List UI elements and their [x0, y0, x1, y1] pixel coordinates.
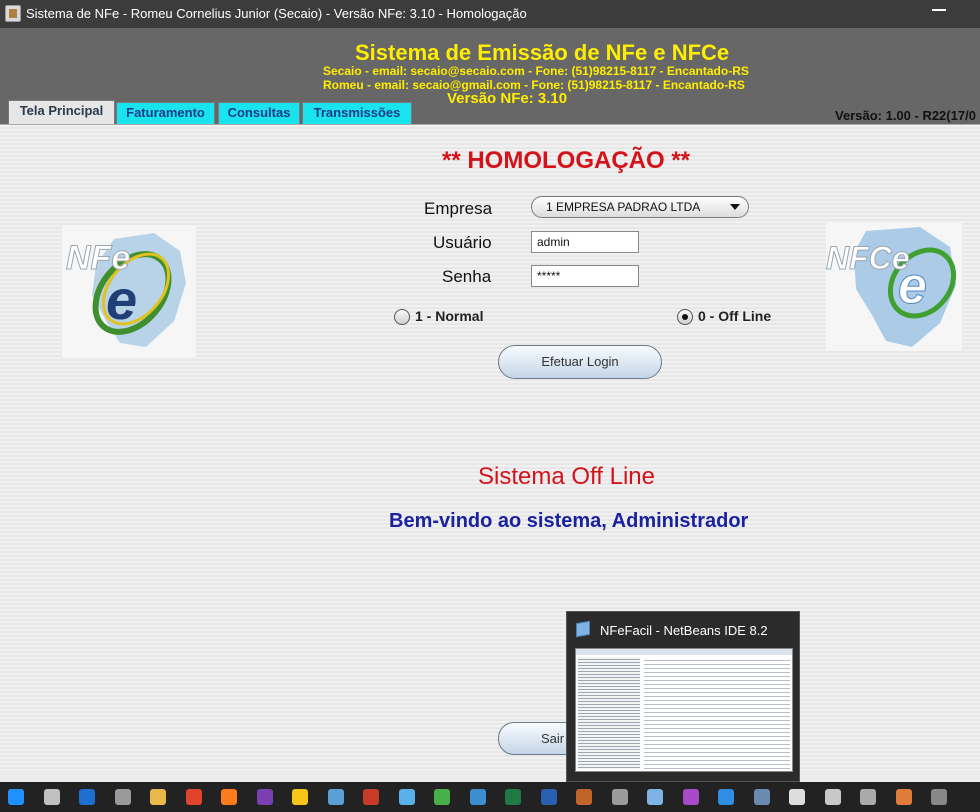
radio-normal[interactable]: 1 - Normal — [394, 307, 504, 327]
tab-faturamento[interactable]: Faturamento — [116, 102, 215, 124]
main-panel: NFe e NFCe e ** HOMOLOGAÇÃO ** Empresa 1… — [0, 124, 980, 770]
taskbar-preview[interactable]: NFeFacil - NetBeans IDE 8.2 — [566, 611, 800, 782]
tab-consultas[interactable]: Consultas — [218, 102, 300, 124]
taskbar-weather-icon[interactable] — [292, 789, 308, 805]
empresa-select[interactable]: 1 EMPRESA PADRAO LTDA — [531, 196, 749, 218]
header-nfe-version: Versão NFe: 3.10 — [447, 90, 568, 107]
svg-text:e: e — [898, 257, 927, 315]
empresa-select-value: 1 EMPRESA PADRAO LTDA — [546, 200, 701, 214]
taskbar-chrome-icon[interactable] — [185, 789, 202, 805]
offline-status: Sistema Off Line — [478, 463, 655, 490]
taskbar-excel-icon[interactable] — [505, 789, 521, 805]
netbeans-icon — [576, 620, 590, 638]
taskbar-postgres-icon[interactable] — [682, 789, 699, 805]
taskbar-sign-icon[interactable] — [611, 789, 628, 805]
radio-offline-label: 0 - Off Line — [698, 308, 772, 324]
nfe-logo-icon: NFe e — [62, 225, 196, 357]
java-app-icon — [5, 5, 21, 22]
taskbar-slack-icon[interactable] — [256, 789, 273, 805]
tab-tela-principal[interactable]: Tela Principal — [8, 100, 115, 125]
taskbar-vscode-icon[interactable] — [718, 789, 734, 805]
taskbar-java-icon[interactable] — [895, 789, 912, 805]
radio-offline[interactable]: 0 - Off Line — [677, 307, 787, 327]
preview-code-editor — [644, 657, 790, 769]
preview-title: NFeFacil - NetBeans IDE 8.2 — [600, 623, 768, 638]
preview-project-tree — [578, 657, 640, 769]
login-button[interactable]: Efetuar Login — [498, 345, 662, 379]
taskbar-firefox-icon[interactable] — [221, 789, 237, 805]
nfce-logo-icon: NFCe e — [826, 223, 962, 351]
taskbar-app-icon[interactable] — [327, 789, 344, 805]
windows-taskbar — [0, 782, 980, 812]
svg-text:e: e — [106, 268, 137, 331]
radio-normal-indicator[interactable] — [394, 309, 410, 325]
window-title: Sistema de NFe - Romeu Cornelius Junior … — [26, 6, 527, 21]
chevron-down-icon[interactable] — [730, 204, 740, 210]
taskbar-spartan-icon[interactable] — [576, 789, 592, 805]
usuario-input[interactable]: admin — [531, 231, 639, 253]
taskbar-project-icon[interactable] — [434, 789, 450, 805]
taskbar-task-view-icon[interactable] — [43, 789, 60, 805]
taskbar-netbeans-icon[interactable] — [647, 789, 663, 805]
header-contact-secaio: Secaio - email: secaio@secaio.com - Fone… — [323, 64, 749, 78]
tab-transmissoes[interactable]: Transmissões — [302, 102, 412, 124]
taskbar-calculator-icon[interactable] — [114, 789, 131, 805]
taskbar-notepad-icon[interactable] — [398, 789, 415, 805]
taskbar-word-icon[interactable] — [540, 789, 557, 805]
radio-normal-label: 1 - Normal — [415, 308, 484, 324]
taskbar-launcher-icon[interactable] — [469, 789, 486, 805]
senha-input[interactable]: ***** — [531, 265, 639, 287]
minimize-icon[interactable] — [932, 9, 946, 11]
taskbar-network-icon[interactable] — [824, 789, 841, 805]
header-title: Sistema de Emissão de NFe e NFCe — [355, 40, 730, 65]
empresa-label: Empresa — [424, 199, 493, 218]
taskbar-settings-icon[interactable] — [860, 789, 876, 805]
taskbar-database-icon[interactable] — [753, 789, 770, 805]
preview-toolbar — [576, 649, 792, 655]
taskbar-arrow-icon[interactable] — [931, 789, 947, 805]
senha-label: Senha — [442, 267, 492, 286]
preview-thumbnail[interactable] — [575, 648, 793, 772]
window-titlebar: Sistema de NFe - Romeu Cornelius Junior … — [0, 0, 980, 28]
taskbar-edge-icon[interactable] — [79, 789, 95, 805]
usuario-label: Usuário — [433, 233, 492, 252]
taskbar-file-explorer-icon[interactable] — [150, 789, 166, 805]
taskbar-terminal-icon[interactable] — [789, 789, 805, 805]
environment-banner: ** HOMOLOGAÇÃO ** — [442, 147, 691, 174]
taskbar-windows-icon[interactable] — [8, 789, 24, 805]
welcome-message: Bem-vindo ao sistema, Administrador — [389, 510, 749, 532]
app-version: Versão: 1.00 - R22(17/0 — [835, 108, 976, 123]
radio-offline-indicator[interactable] — [677, 309, 693, 325]
taskbar-paint-icon[interactable] — [363, 789, 379, 805]
